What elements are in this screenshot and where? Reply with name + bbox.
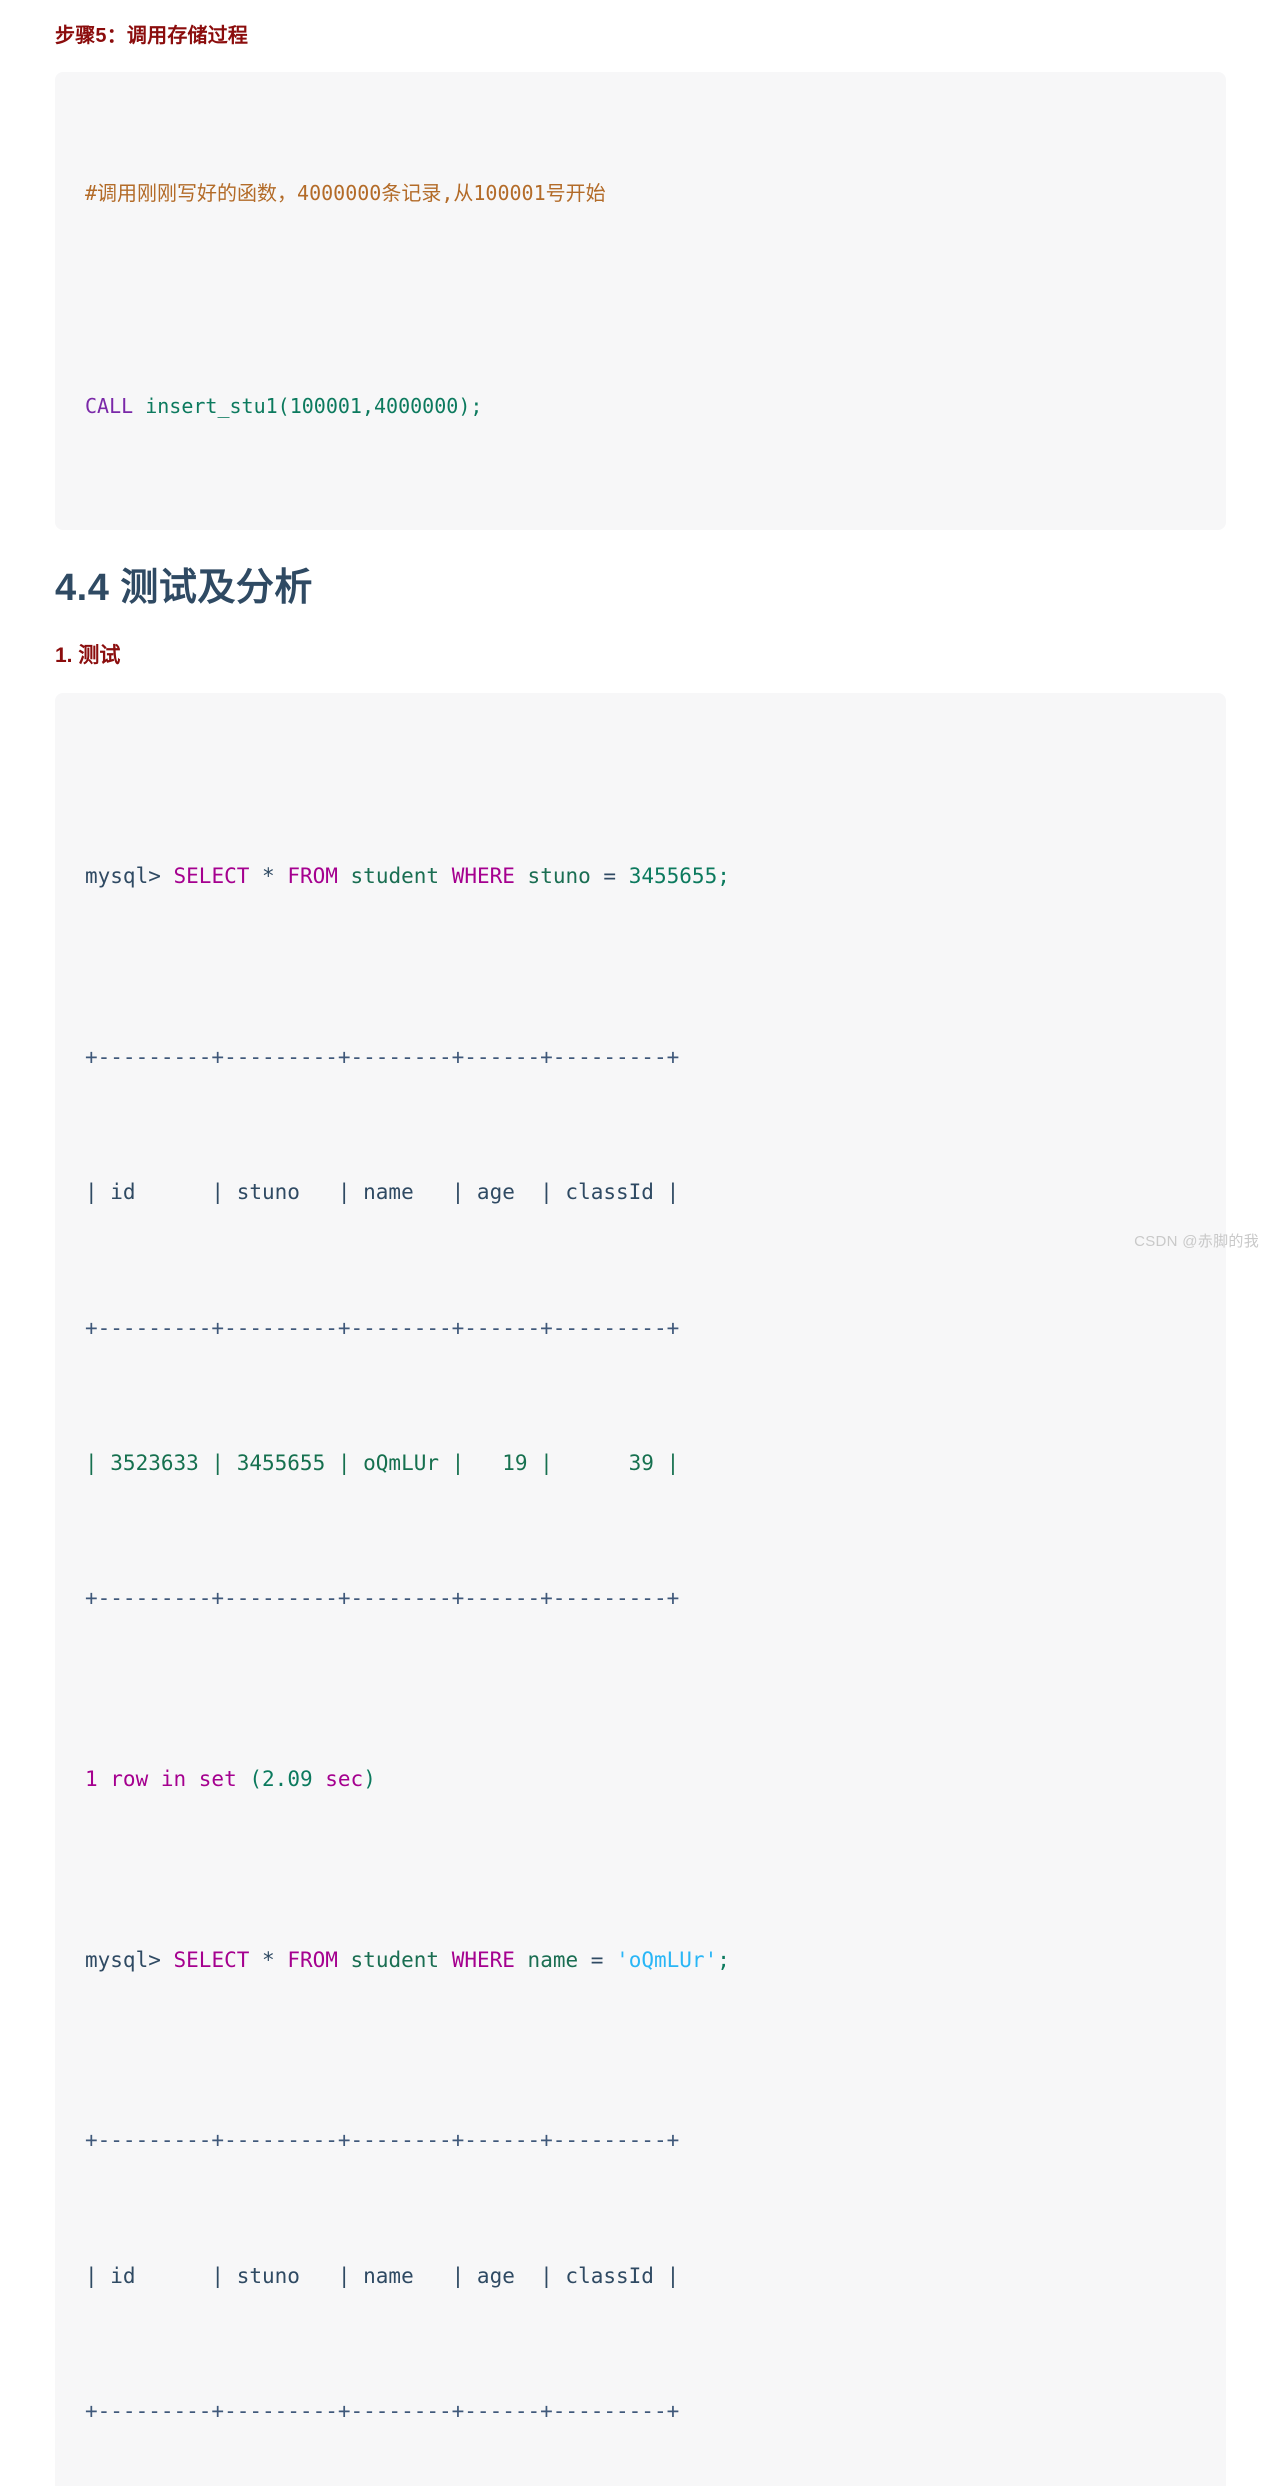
ascii-table-header: | id | stuno | name | age | classId | [85, 1180, 680, 1205]
terminal-query-line-1: mysql> SELECT * FROM student WHERE stuno… [85, 854, 1196, 899]
code-block-terminal-output[interactable]: mysql> SELECT * FROM student WHERE stuno… [55, 692, 1226, 2486]
sql-column-name: stuno [514, 864, 604, 889]
table-row: | 3523633 | 3455655 | oQmLUr | 19 | 39 | [85, 1441, 1196, 1486]
sql-literal-name: 'oQmLUr' [616, 1947, 718, 1972]
status-time-unit: sec [312, 1767, 364, 1792]
ascii-table-border: +---------+---------+--------+------+---… [85, 1586, 680, 1611]
table-header-row: | id | stuno | name | age | classId | [85, 2254, 1196, 2299]
mysql-prompt: mysql> [85, 864, 174, 889]
table-header-row: | id | stuno | name | age | classId | [85, 1170, 1196, 1215]
ascii-table-row: | 3523633 | 3455655 | oQmLUr | 19 | 39 | [85, 1451, 680, 1476]
sql-column-name: name [514, 1947, 591, 1972]
sql-procedure-name: insert_stu1 [133, 394, 278, 418]
status-paren-close: ) [363, 1767, 376, 1792]
sql-keyword-call: CALL [85, 394, 134, 418]
table-separator-mid: +---------+---------+--------+------+---… [85, 2389, 1196, 2434]
sql-keyword-from: FROM [287, 1947, 338, 1972]
status-paren-open: ( [249, 1767, 263, 1792]
status-elapsed-time: 2.09 [262, 1767, 313, 1792]
code-line-call: CALL insert_stu1(100001,4000000); [85, 387, 1196, 426]
table-separator-top: +---------+---------+--------+------+---… [85, 2118, 1196, 2163]
table-separator-bottom: +---------+---------+--------+------+---… [85, 1576, 1196, 1621]
sql-semicolon: ; [717, 864, 730, 889]
terminal-status-line-1: 1 row in set (2.09 sec) [85, 1757, 1196, 1802]
section-heading: 4.4 测试及分析 [55, 567, 313, 609]
row-count-status: 1 row in set [85, 1767, 250, 1792]
ascii-table-border: +---------+---------+--------+------+---… [85, 2128, 680, 2153]
code-block-call-procedure[interactable]: #调用刚刚写好的函数，4000000条记录,从100001号开始 CALL in… [55, 72, 1226, 530]
sql-comment: #调用刚刚写好的函数，4000000条记录,从100001号开始 [85, 181, 606, 205]
sql-keyword-select: SELECT [173, 1947, 250, 1972]
sql-table-name: student [337, 1947, 452, 1972]
sql-star: * [249, 864, 288, 889]
step-heading: 步骤5：调用存储过程 [55, 25, 249, 47]
csdn-watermark: CSDN @赤脚的我 [1134, 1233, 1259, 1250]
sql-keyword-where: WHERE [451, 1947, 515, 1972]
sql-paren-close: ) [458, 394, 471, 418]
table-separator-top: +---------+---------+--------+------+---… [85, 1035, 1196, 1080]
sql-operator-equals: = [603, 864, 629, 889]
ascii-table-border: +---------+---------+--------+------+---… [85, 1315, 680, 1340]
sql-semicolon: ; [470, 394, 483, 418]
ascii-table-border: +---------+---------+--------+------+---… [85, 1044, 680, 1069]
sql-semicolon: ; [717, 1947, 730, 1972]
article-page: 步骤5：调用存储过程 #调用刚刚写好的函数，4000000条记录,从100001… [0, 22, 1281, 2486]
terminal-query-line-2: mysql> SELECT * FROM student WHERE name … [85, 1938, 1196, 1983]
table-separator-mid: +---------+---------+--------+------+---… [85, 1306, 1196, 1351]
ascii-table-border: +---------+---------+--------+------+---… [85, 2398, 680, 2423]
sql-operator-equals: = [590, 1947, 617, 1972]
sql-literal-stuno: 3455655 [628, 864, 718, 889]
sql-keyword-select: SELECT [173, 864, 250, 889]
sql-keyword-where: WHERE [451, 864, 515, 889]
mysql-prompt: mysql> [85, 1947, 174, 1972]
subsection-heading: 1. 测试 [55, 644, 121, 668]
sql-table-name: student [337, 864, 452, 889]
sql-arg-start-id: 100001 [289, 394, 362, 418]
sql-arg-count: 4000000 [374, 394, 459, 418]
sql-star: * [249, 1947, 288, 1972]
ascii-table-header: | id | stuno | name | age | classId | [85, 2263, 680, 2288]
sql-arg-comma: , [361, 394, 375, 418]
code-line-comment: #调用刚刚写好的函数，4000000条记录,从100001号开始 [85, 174, 1196, 213]
sql-keyword-from: FROM [287, 864, 338, 889]
sql-paren-open: ( [277, 394, 290, 418]
